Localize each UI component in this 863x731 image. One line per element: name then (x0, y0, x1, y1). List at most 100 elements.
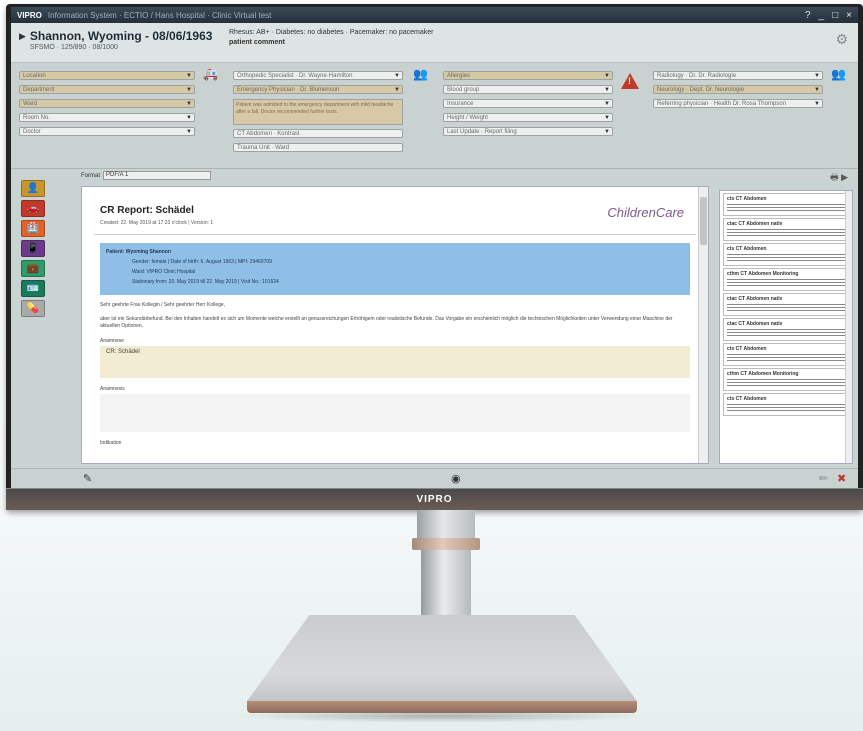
chevron-down-icon: ▼ (604, 87, 610, 93)
blood-group-field[interactable]: Blood group ▼ (443, 85, 613, 94)
hospital-logo-icon: ⚙ (835, 31, 848, 47)
list-item[interactable]: cts CT Abdomen (723, 343, 849, 366)
allergies-field[interactable]: Allergies ▼ (443, 71, 613, 80)
edit-icon[interactable]: ✎ (83, 472, 92, 485)
bottom-bar: ✎ ◉ ✏ ✖ (11, 468, 858, 488)
screen: VIPRO Information System · ECTIO / Hans … (11, 7, 858, 488)
monitor-brand: VIPRO (416, 494, 453, 505)
patient-info-name: Wyoming Shannon (125, 249, 171, 255)
section-anamnesis-field[interactable] (100, 394, 690, 432)
unit-field[interactable]: Trauma Unit · Ward (233, 143, 403, 152)
list-item[interactable]: cthm CT Abdomen Monitoring (723, 368, 849, 391)
chevron-down-icon: ▼ (604, 73, 610, 79)
room-field[interactable]: Room No. ▼ (19, 113, 195, 122)
location-field[interactable]: Location ▼ (19, 71, 195, 80)
list-item[interactable]: cthm CT Abdomen Monitoring (723, 268, 849, 291)
neurology-field[interactable]: Neurology · Dept. Dr. Neurologie ▼ (653, 85, 823, 94)
nav-pill-button[interactable]: 💊 (21, 300, 45, 317)
card-icon: 🪪 (26, 283, 40, 294)
report-document: CR Report: Schädel Created: 22. May 2019… (81, 186, 709, 464)
patient-details: Rhesus: AB+ · Diabetes: no diabetes · Pa… (229, 29, 433, 46)
chevron-down-icon: ▼ (186, 101, 192, 107)
main-area: 👤 🚗 🏥 📱 💼 🪪 💊 Format PDF/A 1 🖶 ▶ CR Repo… (11, 170, 858, 488)
chevron-down-icon: ▼ (604, 101, 610, 107)
department-field[interactable]: Department ▼ (19, 85, 195, 94)
document-scrollbar[interactable] (698, 187, 708, 463)
chevron-down-icon: ▼ (186, 129, 192, 135)
expand-arrow-icon[interactable]: ▶ (19, 31, 26, 51)
patient-header: ▶ Shannon, Wyoming - 08/06/1963 SFSMO · … (11, 23, 858, 63)
car-icon: 🚗 (26, 203, 40, 214)
pill-icon: 💊 (26, 303, 40, 314)
children-care-logo: ChildrenCare (607, 205, 684, 220)
patient-info-label: Patient: (106, 249, 125, 255)
chevron-down-icon: ▼ (394, 73, 400, 79)
medical-bag-icon: 💼 (26, 263, 40, 274)
height-weight-field[interactable]: Height / Weight ▼ (443, 113, 613, 122)
nav-hospital-button[interactable]: 🏥 (21, 220, 45, 237)
ward-field[interactable]: Ward ▼ (19, 99, 195, 108)
pencil-icon[interactable]: ✏ (819, 472, 828, 485)
nav-medical-bag-button[interactable]: 💼 (21, 260, 45, 277)
radiology-field[interactable]: Radiology · Dr. Dr. Radiologie ▼ (653, 71, 823, 80)
stand-base-edge (247, 701, 637, 713)
list-item[interactable]: ctac CT Abdomen nativ (723, 318, 849, 341)
list-scrollbar[interactable] (845, 191, 852, 463)
admission-note[interactable]: Patient was admitted to the emergency de… (233, 99, 403, 125)
list-item[interactable]: cts CT Abdomen (723, 393, 849, 416)
doctor-field[interactable]: Doctor ▼ (19, 127, 195, 136)
minimize-button[interactable]: _ (819, 10, 825, 21)
patient-info-line1: Gender: female | Date of birth: 6. Augus… (132, 259, 272, 265)
app-name: VIPRO (17, 10, 42, 20)
section-anamnese-field[interactable]: CR: Schädel (100, 346, 690, 378)
last-update-field[interactable]: Last Update · Report filing ▼ (443, 127, 613, 136)
patient-name: Shannon, Wyoming - 08/06/1963 (29, 29, 213, 43)
exam-field[interactable]: CT Abdomen · Kontrast (233, 129, 403, 138)
referring-physician-field[interactable]: Referring physician · Health Dr. Rosa Th… (653, 99, 823, 108)
monitor-chin: VIPRO (6, 488, 863, 510)
chevron-down-icon: ▼ (186, 73, 192, 79)
help-button[interactable]: ? (805, 10, 811, 21)
window-subtitle: Information System · ECTIO / Hans Hospit… (47, 10, 272, 20)
stand-collar (412, 538, 480, 550)
emergency-physician-field[interactable]: Emergency Physician · Dr. Blumenson ▼ (233, 85, 403, 94)
report-meta: Created: 22. May 2019 at 17:23 o'clock |… (100, 220, 214, 226)
nav-card-button[interactable]: 🪪 (21, 280, 45, 297)
title-bar: VIPRO Information System · ECTIO / Hans … (11, 7, 858, 23)
chevron-down-icon: ▼ (814, 101, 820, 107)
patient-identity: ▶ Shannon, Wyoming - 08/06/1963 SFSMO · … (19, 29, 229, 51)
scrollbar-thumb[interactable] (700, 197, 707, 245)
close-button[interactable]: × (846, 10, 852, 21)
print-icon[interactable]: 🖶 ▶ (830, 170, 848, 186)
chevron-down-icon: ▼ (814, 87, 820, 93)
delete-icon[interactable]: ✖ (837, 472, 846, 485)
nav-car-button[interactable]: 🚗 (21, 200, 45, 217)
list-item[interactable]: cts CT Abdomen (723, 243, 849, 266)
patient-info-box: Patient: Wyoming Shannon Gender: female … (100, 243, 690, 295)
stand-base (247, 615, 637, 702)
ambulance-icon[interactable]: 🚑 (203, 67, 218, 81)
insurance-field[interactable]: Insurance ▼ (443, 99, 613, 108)
hospital-icon: 🏥 (26, 223, 40, 234)
camera-icon[interactable]: ◉ (451, 472, 461, 485)
team-icon[interactable]: 👥 (831, 67, 846, 81)
specialist-field[interactable]: Orthopedic Specialist · Dr. Wayne·Hamilt… (233, 71, 403, 80)
chevron-down-icon: ▼ (814, 73, 820, 79)
nav-person-button[interactable]: 👤 (21, 180, 45, 197)
related-reports-list: cts CT Abdomen ctac CT Abdomen nativ cts… (719, 190, 853, 464)
list-item[interactable]: ctac CT Abdomen nativ (723, 218, 849, 241)
person-icon: 👤 (26, 183, 40, 194)
list-item[interactable]: ctac CT Abdomen nativ (723, 293, 849, 316)
maximize-button[interactable]: □ (832, 10, 838, 21)
format-select[interactable]: PDF/A 1 (103, 171, 211, 180)
section-anamnese-label: Anamnese (100, 338, 124, 344)
divider (94, 234, 696, 235)
list-item[interactable]: cts CT Abdomen (723, 193, 849, 216)
monitor: VIPRO Information System · ECTIO / Hans … (6, 4, 863, 510)
patient-comment: patient comment (229, 39, 286, 46)
warning-icon[interactable] (621, 73, 639, 89)
group-icon[interactable]: 👥 (413, 67, 428, 81)
chevron-down-icon: ▼ (394, 87, 400, 93)
nav-phone-button[interactable]: 📱 (21, 240, 45, 257)
chevron-down-icon: ▼ (604, 129, 610, 135)
